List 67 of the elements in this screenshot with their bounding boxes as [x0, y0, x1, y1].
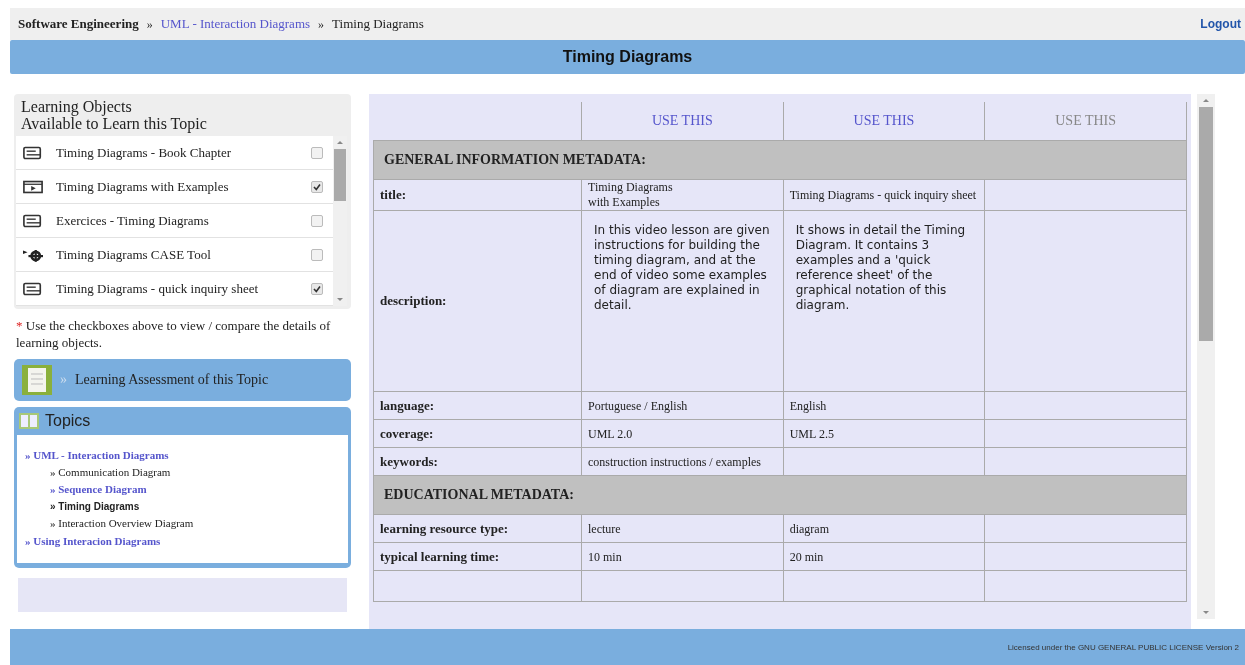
- use-this-link[interactable]: USE THIS: [581, 102, 784, 141]
- topic-link[interactable]: » Communication Diagram: [25, 465, 340, 480]
- table-cell: 20 min: [789, 549, 824, 565]
- document-icon: [23, 145, 43, 160]
- use-this-link: USE THIS: [984, 102, 1187, 141]
- learning-object-title: Timing Diagrams with Examples: [56, 178, 230, 195]
- table-cell: Portuguese / English: [588, 398, 688, 414]
- page-title: Timing Diagrams: [10, 40, 1245, 74]
- checkbox[interactable]: [311, 146, 323, 159]
- license-text: Licensed under the GNU GENERAL PUBLIC LICENSE Version 2: [1007, 642, 1239, 652]
- document-icon: [23, 281, 43, 296]
- field-label: typical learning time:: [373, 542, 582, 571]
- table-cell: UML 2.0: [588, 426, 633, 442]
- gear-icon: [23, 247, 43, 262]
- field-label: description:: [373, 210, 582, 392]
- checkbox[interactable]: [311, 248, 323, 261]
- table-cell: 10 min: [588, 549, 622, 565]
- learning-object-title: Timing Diagrams - quick inquiry sheet: [56, 280, 260, 297]
- learning-object-title: Timing Diagrams - Book Chapter: [56, 144, 232, 161]
- section-header: GENERAL INFORMATION METADATA:: [373, 140, 1187, 180]
- field-label: coverage:: [373, 419, 582, 448]
- field-label: language:: [373, 391, 582, 420]
- checkbox[interactable]: [311, 282, 323, 295]
- table-cell: UML 2.5: [789, 426, 834, 442]
- checkbox[interactable]: [311, 180, 323, 193]
- breadcrumb-separator: »: [318, 16, 325, 32]
- learning-object-item[interactable]: Timing Diagrams - Book Chapter: [16, 136, 333, 170]
- topic-link[interactable]: » Using Interacion Diagrams: [25, 533, 340, 549]
- scrollbar[interactable]: [1197, 94, 1215, 619]
- topic-link[interactable]: » Interaction Overview Diagram: [25, 516, 340, 531]
- topic-link[interactable]: » UML - Interaction Diagrams: [25, 447, 340, 463]
- panel-title: Topics: [45, 412, 91, 430]
- breadcrumb-current: Timing Diagrams: [332, 16, 424, 32]
- video-icon: [23, 179, 43, 194]
- book-icon: [19, 413, 39, 429]
- topic-link[interactable]: » Timing Diagrams: [25, 499, 340, 514]
- learning-object-item[interactable]: Timing Diagrams CASE Tool: [16, 238, 333, 272]
- table-cell: construction instructions / examples: [588, 454, 761, 470]
- breadcrumb-separator: »: [146, 16, 153, 32]
- section-header: EDUCATIONAL METADATA:: [373, 475, 1187, 515]
- table-cell: Timing Diagrams with Examples: [588, 180, 673, 210]
- learning-object-item[interactable]: Timing Diagrams - quick inquiry sheet: [16, 272, 333, 306]
- table-cell-text: It shows in detail the Timing Diagram. It contains 3 examples and a 'quick reference sheet' of the graphical notation of this diagram.: [795, 223, 967, 313]
- table-cell: lecture: [588, 521, 621, 537]
- panel-title: Learning Objects: [21, 98, 133, 115]
- breadcrumb-link[interactable]: UML - Interaction Diagrams: [160, 16, 311, 32]
- topic-link[interactable]: » Sequence Diagram: [25, 482, 340, 497]
- checkbox[interactable]: [311, 214, 323, 227]
- field-label: learning resource type:: [373, 514, 582, 543]
- table-cell-text: In this video lesson are given instructions for building the timing diagram, and at the end of video some examples of diagram are explained in detail.: [594, 223, 771, 313]
- breadcrumb-link[interactable]: Software Engineering: [18, 16, 139, 32]
- table-cell: English: [789, 398, 827, 414]
- panel-title: Available to Learn this Topic: [21, 115, 208, 132]
- learning-object-title: Timing Diagrams CASE Tool: [56, 246, 212, 263]
- field-label: title:: [373, 179, 582, 211]
- table-cell: diagram: [789, 521, 829, 537]
- use-this-link[interactable]: USE THIS: [783, 102, 985, 141]
- assessment-link[interactable]: » Learning Assessment of this Topic: [14, 359, 351, 401]
- learning-object-title: Exercices - Timing Diagrams: [56, 212, 210, 229]
- table-cell: Timing Diagrams - quick inquiry sheet: [789, 188, 977, 203]
- hint-text: * Use the checkboxes above to view / compare the details of learning objects.: [16, 317, 332, 351]
- worksheet-icon: [22, 365, 52, 395]
- document-icon: [23, 213, 43, 228]
- learning-object-item[interactable]: Exercices - Timing Diagrams: [16, 204, 333, 238]
- field-label: keywords:: [373, 447, 582, 476]
- learning-object-item[interactable]: Timing Diagrams with Examples: [16, 170, 333, 204]
- logout-link[interactable]: Logout: [1200, 17, 1241, 31]
